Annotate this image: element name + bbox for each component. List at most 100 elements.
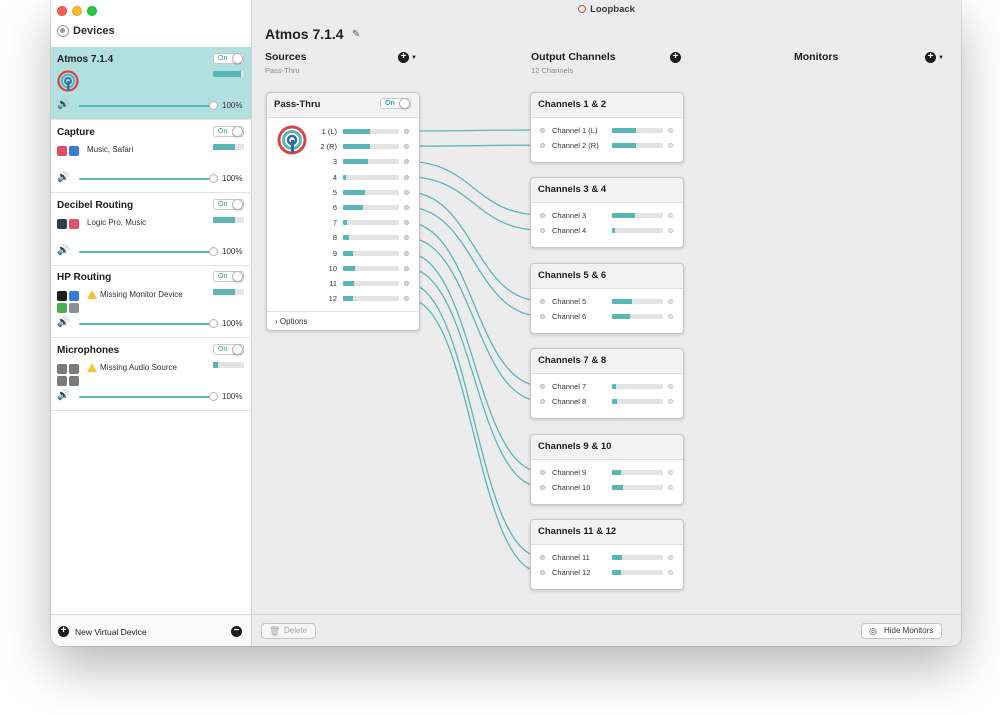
source-channel-connector[interactable] [404,144,409,150]
output-channel-connector[interactable] [540,399,545,405]
output-channel-connector[interactable] [540,555,545,560]
device-on-toggle[interactable]: On [213,271,244,282]
channel-wire[interactable] [405,267,543,488]
sidebar-device-item[interactable]: Atmos 7.1.4 On 🔊 100% [51,47,251,120]
channel-wire[interactable] [405,144,543,147]
channel-wire[interactable] [405,160,543,216]
hide-monitors-button[interactable]: ◎ Hide Monitors [861,623,943,639]
remove-device-icon[interactable]: − [231,626,242,637]
source-channel-connector[interactable] [404,174,409,180]
output-channel-connector[interactable] [540,213,545,218]
source-channel-connector[interactable] [404,205,409,210]
add-output-icon[interactable]: + [670,52,681,63]
output-channel-connector[interactable] [540,314,545,320]
source-channel-connector[interactable] [404,159,409,165]
volume-slider-knob[interactable] [209,392,218,401]
zoom-window-button[interactable] [87,6,97,16]
add-device-icon[interactable]: + [58,626,69,637]
device-on-toggle[interactable]: On [213,344,244,355]
add-monitor-icon[interactable]: + [925,52,936,63]
output-channel-connector[interactable] [540,485,545,491]
output-channel-card[interactable]: Channels 3 & 4 Channel 3 Channel 4 [530,177,684,248]
channel-wire[interactable] [405,221,543,387]
volume-percent: 100% [222,247,243,256]
channel-wire[interactable] [405,282,543,558]
source-channel-meter [343,159,399,165]
channel-wire[interactable] [405,191,543,302]
volume-slider-knob[interactable] [209,319,218,328]
sidebar-device-item[interactable]: HP Routing On Missing Monitor Device 🔊 100% [51,265,251,338]
output-channel-connector[interactable] [540,228,545,234]
source-channel-connector[interactable] [404,189,409,195]
channel-wire[interactable] [405,236,543,402]
device-on-toggle[interactable]: On [213,199,244,210]
channel-wire[interactable] [405,175,543,231]
output-channel-row: Channel 5 [531,296,683,308]
options-disclosure[interactable]: › Options [267,311,419,330]
output-channel-connector[interactable] [540,570,545,576]
output-channel-connector[interactable] [540,299,545,304]
output-channel-connector[interactable] [540,384,545,389]
loopback-app-icon [578,5,587,13]
output-channel-label: Channel 4 [552,226,587,236]
output-channel-connector[interactable] [540,470,545,475]
source-channel-connector[interactable] [404,250,409,256]
output-channel-card[interactable]: Channels 1 & 2 Channel 1 (L) Channel 2 (R) [530,92,684,163]
chevron-down-icon: ▼ [411,55,417,61]
source-channel-row: 10 [267,263,419,275]
output-channel-label: Channel 11 [552,553,590,562]
source-channel-row: 3 [267,156,419,168]
output-channel-card[interactable]: Channels 7 & 8 Channel 7 Channel 8 [530,348,684,419]
add-source-icon[interactable]: + [398,52,409,63]
volume-slider[interactable] [79,251,215,253]
toggle-label: On [218,273,228,280]
source-channel-connector[interactable] [404,129,409,134]
output-channel-meter [612,299,663,304]
output-channel-connector[interactable] [540,128,545,133]
minimize-window-button[interactable] [72,6,82,16]
channel-wire[interactable] [405,129,543,132]
volume-slider[interactable] [79,178,215,180]
output-channel-card[interactable]: Channels 9 & 10 Channel 9 Channel 10 [530,434,684,505]
pass-thru-source-card[interactable]: Pass-Thru On 1 (L) 2 (R) 3 4 5 6 7 8 9 10 11 12 › O… [266,92,420,331]
speaker-icon: 🔊 [57,317,70,328]
device-on-toggle[interactable]: On [213,53,244,64]
channel-wire[interactable] [405,251,543,473]
source-app-icons [57,146,81,156]
output-channel-connector[interactable] [540,143,545,149]
output-channel-meter [612,143,663,149]
device-name: HP Routing [57,272,112,283]
output-channel-card[interactable]: Channels 5 & 6 Channel 5 Channel 6 [530,263,684,334]
source-channel-meter [343,205,399,210]
source-channel-row: 9 [267,248,419,260]
volume-slider[interactable] [79,323,215,325]
close-window-button[interactable] [57,6,67,16]
warning-icon [87,290,97,299]
pass-thru-toggle[interactable]: On [380,98,411,109]
output-channel-card[interactable]: Channels 11 & 12 Channel 11 Channel 12 [530,519,684,590]
source-channel-connector[interactable] [404,220,409,226]
sidebar-device-item[interactable]: Microphones On Missing Audio Source 🔊 100% [51,338,251,411]
channel-wire[interactable] [405,297,543,573]
device-name: Decibel Routing [57,200,134,211]
sidebar-device-item[interactable]: Decibel Routing On Logic Pro, Music 🔊 100% [51,193,251,266]
volume-slider[interactable] [79,105,215,107]
volume-slider-knob[interactable] [209,174,218,183]
source-channel-connector[interactable] [404,235,409,241]
channel-wire[interactable] [405,206,543,317]
window-title-text: Loopback [590,4,635,15]
source-channel-row: 6 [267,202,419,214]
new-virtual-device-button[interactable]: New Virtual Device [75,627,147,637]
source-channel-connector[interactable] [404,265,409,271]
volume-slider[interactable] [79,396,215,398]
chevron-down-icon: ▼ [938,55,944,61]
volume-slider-knob[interactable] [209,247,218,256]
source-channel-connector[interactable] [404,281,409,286]
output-channel-meter [612,485,663,491]
rename-pencil-icon[interactable]: ✎ [352,29,360,40]
sidebar-device-item[interactable]: Capture On Music, Safari 🔊 100% [51,120,251,193]
source-channel-connector[interactable] [404,296,409,302]
volume-slider-knob[interactable] [209,101,218,110]
device-on-toggle[interactable]: On [213,126,244,137]
delete-button[interactable]: 🗑 Delete [261,623,317,639]
